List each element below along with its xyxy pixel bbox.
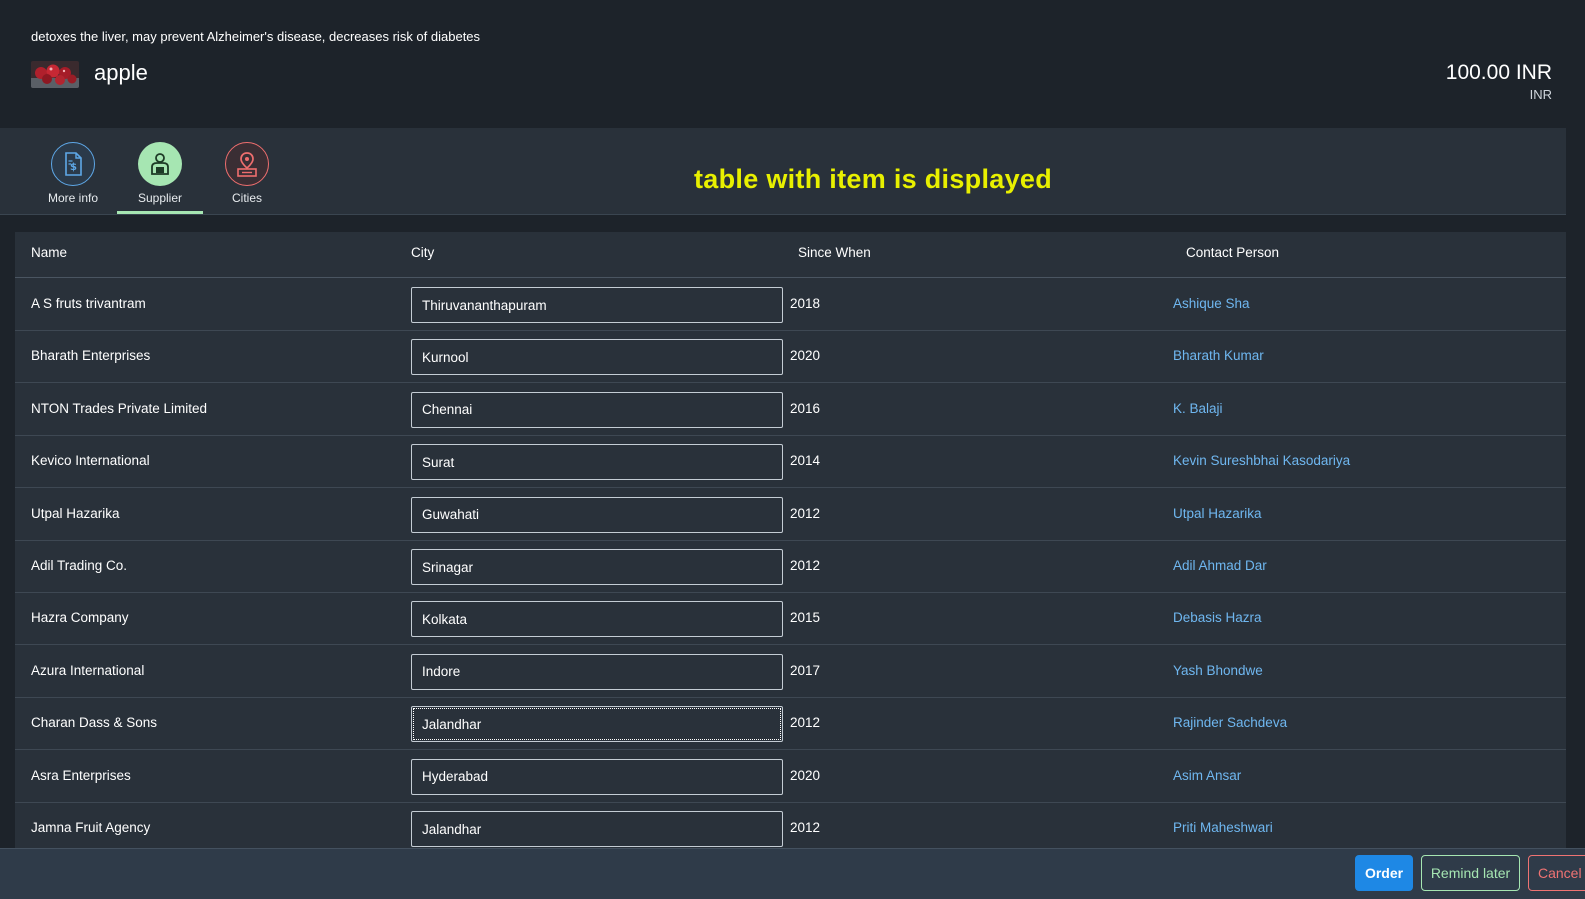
since-when: 2015	[790, 610, 821, 626]
column-header-since-when[interactable]: Since When	[798, 245, 871, 260]
supplier-icon	[138, 142, 182, 186]
since-when: 2012	[790, 505, 821, 521]
column-header-name[interactable]: Name	[31, 245, 67, 260]
contact-person-link[interactable]: Adil Ahmad Dar	[1173, 558, 1267, 573]
city-input[interactable]	[411, 496, 783, 533]
tab-more-info[interactable]: $ More info	[30, 128, 116, 214]
tab-supplier-label: Supplier	[137, 191, 183, 205]
column-header-city[interactable]: City	[411, 245, 434, 260]
tab-more-info-label: More info	[47, 191, 99, 205]
supplier-name: Kevico International	[31, 453, 150, 469]
city-input[interactable]	[411, 758, 783, 795]
tab-supplier[interactable]: Supplier	[117, 128, 203, 214]
contact-person-link[interactable]: Bharath Kumar	[1173, 348, 1264, 363]
contact-person-link[interactable]: Priti Maheshwari	[1173, 820, 1273, 835]
table-row[interactable]: Kevico International 2014 Kevin Sureshbhai…	[15, 435, 1566, 489]
contact-person-link[interactable]: Yash Bhondwe	[1173, 663, 1263, 678]
table-row[interactable]: NTON Trades Private Limited 2016 K. Balaji	[15, 383, 1566, 436]
table-row[interactable]: Hazra Company 2015 Debasis Hazra	[15, 592, 1566, 646]
contact-person-link[interactable]: Asim Ansar	[1173, 768, 1241, 783]
city-input[interactable]	[411, 287, 783, 323]
contact-person-link[interactable]: Ashique Sha	[1173, 296, 1250, 311]
selected-tab-indicator	[117, 211, 203, 214]
column-header-contact-person[interactable]: Contact Person	[1186, 245, 1279, 260]
since-when: 2020	[790, 767, 821, 783]
table-row[interactable]: A S fruts trivantram 2018 Ashique Sha	[15, 278, 1566, 331]
contact-person-link[interactable]: Utpal Hazarika	[1173, 506, 1262, 521]
money-document-icon: $	[51, 142, 95, 186]
since-when: 2014	[790, 453, 821, 469]
supplier-name: Utpal Hazarika	[31, 505, 120, 521]
city-input[interactable]	[411, 811, 783, 847]
city-input[interactable]	[411, 549, 783, 585]
contact-person-link[interactable]: K. Balaji	[1173, 401, 1223, 416]
table-row[interactable]: Azura International 2017 Yash Bhondwe	[15, 645, 1566, 698]
city-input[interactable]	[411, 444, 783, 481]
since-when: 2018	[790, 296, 821, 311]
table-row[interactable]: Bharath Enterprises 2020 Bharath Kumar	[15, 330, 1566, 384]
contact-person-link[interactable]: Debasis Hazra	[1173, 610, 1262, 625]
table-row[interactable]: Utpal Hazarika 2012 Utpal Hazarika	[15, 488, 1566, 541]
supplier-name: Asra Enterprises	[31, 767, 131, 783]
cancel-button[interactable]: Cancel	[1528, 855, 1585, 891]
since-when: 2012	[790, 715, 821, 731]
remind-later-button[interactable]: Remind later	[1421, 855, 1520, 891]
table-row[interactable]: Charan Dass & Sons 2012 Rajinder Sachdeva	[15, 697, 1566, 751]
supplier-name: Adil Trading Co.	[31, 558, 128, 573]
supplier-name: A S fruts trivantram	[31, 296, 146, 311]
contact-person-link[interactable]: Rajinder Sachdeva	[1173, 715, 1287, 730]
city-input[interactable]	[411, 706, 783, 743]
since-when: 2017	[790, 662, 821, 678]
supplier-name: Hazra Company	[31, 610, 129, 626]
footer-toolbar: Order Remind later Cancel	[0, 848, 1585, 899]
order-button[interactable]: Order	[1355, 855, 1413, 891]
supplier-table: Name City Since When Contact Person A S …	[15, 232, 1566, 848]
map-pin-icon	[225, 142, 269, 186]
svg-text:$: $	[70, 162, 77, 173]
price-currency: INR	[1529, 87, 1552, 102]
since-when: 2012	[790, 558, 821, 573]
since-when: 2016	[790, 400, 821, 416]
object-header: detoxes the liver, may prevent Alzheimer…	[0, 0, 1585, 128]
supplier-name: NTON Trades Private Limited	[31, 400, 208, 416]
city-input[interactable]	[411, 391, 783, 428]
tab-cities[interactable]: Cities	[204, 128, 290, 214]
since-when: 2020	[790, 348, 821, 364]
table-row[interactable]: Asra Enterprises 2020 Asim Ansar	[15, 750, 1566, 803]
table-header-row: Name City Since When Contact Person	[15, 232, 1566, 278]
tab-cities-label: Cities	[231, 191, 262, 205]
city-input[interactable]	[411, 601, 783, 638]
vertical-scrollbar[interactable]	[1566, 128, 1585, 848]
product-price: 100.00 INR	[1445, 61, 1552, 84]
product-thumbnail	[31, 61, 79, 88]
product-description: detoxes the liver, may prevent Alzheimer…	[31, 29, 481, 44]
supplier-name: Azura International	[31, 662, 145, 678]
supplier-name: Jamna Fruit Agency	[31, 820, 151, 835]
table-row[interactable]: Adil Trading Co. 2012 Adil Ahmad Dar	[15, 540, 1566, 593]
table-row[interactable]: Jamna Fruit Agency 2012 Priti Maheshwari	[15, 802, 1566, 848]
city-input[interactable]	[411, 339, 783, 376]
since-when: 2012	[790, 820, 821, 835]
city-input[interactable]	[411, 653, 783, 690]
product-title: apple	[94, 60, 148, 85]
status-banner: table with item is displayed	[694, 164, 1052, 194]
supplier-name: Bharath Enterprises	[31, 348, 151, 364]
supplier-name: Charan Dass & Sons	[31, 715, 158, 731]
contact-person-link[interactable]: Kevin Sureshbhai Kasodariya	[1173, 453, 1350, 468]
